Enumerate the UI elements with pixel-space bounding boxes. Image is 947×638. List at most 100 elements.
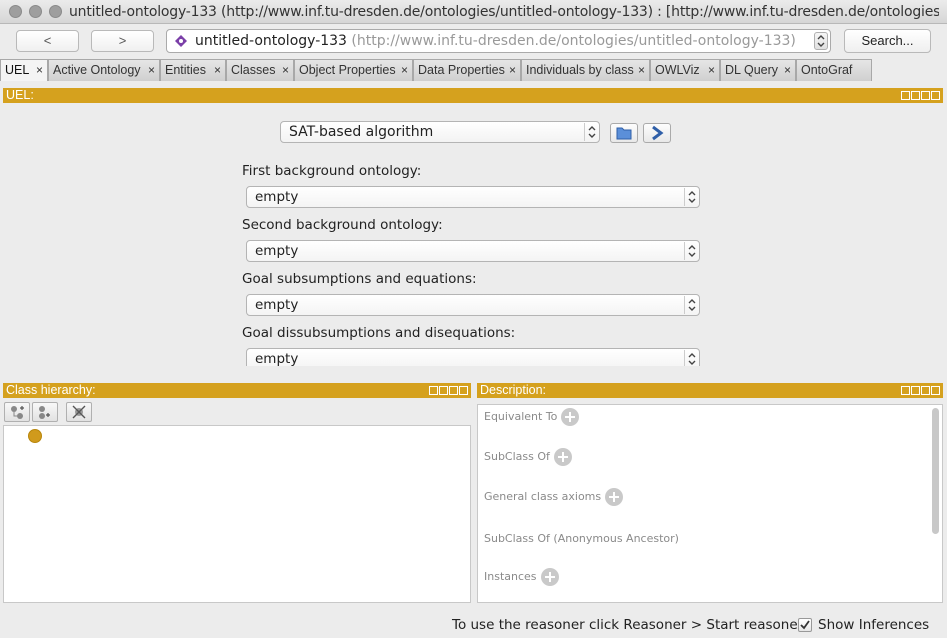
ontology-icon xyxy=(175,35,187,47)
close-tab-icon[interactable]: × xyxy=(509,60,516,80)
add-subclass-button[interactable] xyxy=(4,402,30,422)
select-value: empty xyxy=(255,243,299,259)
view-close-icon[interactable] xyxy=(459,386,468,395)
tab-object-properties[interactable]: Object Properties × xyxy=(294,59,413,81)
tab-label: OWLViz xyxy=(655,63,700,77)
ontology-iri: (http://www.inf.tu-dresden.de/ontologies… xyxy=(351,33,796,49)
first-background-ontology-select[interactable]: empty xyxy=(246,186,700,208)
add-superclass-icon[interactable] xyxy=(553,448,572,466)
general-class-axioms-section: General class axioms xyxy=(484,488,624,506)
tab-dl-query[interactable]: DL Query × xyxy=(720,59,796,81)
view-float-icon[interactable] xyxy=(901,386,910,395)
goal-subsumptions-select[interactable]: empty xyxy=(246,294,700,316)
second-background-ontology-select[interactable]: empty xyxy=(246,240,700,262)
forward-button[interactable]: > xyxy=(91,30,154,52)
close-tab-icon[interactable]: × xyxy=(214,60,221,80)
subclass-of-section: SubClass Of xyxy=(484,448,572,466)
instances-section: Instances xyxy=(484,568,559,586)
tab-owlviz[interactable]: OWLViz × xyxy=(650,59,720,81)
reasoner-hint: To use the reasoner click Reasoner > Sta… xyxy=(452,617,804,633)
uel-view-header: UEL: xyxy=(3,88,943,103)
view-float-icon[interactable] xyxy=(901,91,910,100)
uel-view-title: UEL: xyxy=(6,88,34,102)
tab-active-ontology[interactable]: Active Ontology × xyxy=(48,59,160,81)
chevron-updown-icon xyxy=(684,350,698,366)
tab-data-properties[interactable]: Data Properties × xyxy=(413,59,521,81)
section-label: Equivalent To xyxy=(484,410,558,423)
open-folder-button[interactable] xyxy=(610,123,638,143)
view-maximize-icon[interactable] xyxy=(449,386,458,395)
view-controls xyxy=(901,91,940,100)
view-minimize-icon[interactable] xyxy=(439,386,448,395)
section-label: Instances xyxy=(484,570,537,583)
close-tab-icon[interactable]: × xyxy=(708,60,715,80)
back-button[interactable]: < xyxy=(16,30,79,52)
window-title: untitled-ontology-133 (http://www.inf.tu… xyxy=(69,4,939,20)
chevron-updown-icon[interactable] xyxy=(814,32,828,50)
tab-individuals-by-class[interactable]: Individuals by class × xyxy=(521,59,650,81)
algorithm-select[interactable]: SAT-based algorithm xyxy=(280,121,600,143)
close-tab-icon[interactable]: × xyxy=(282,60,289,80)
add-sibling-icon xyxy=(39,406,50,419)
equivalent-to-section: Equivalent To xyxy=(484,408,580,426)
folder-icon xyxy=(616,127,632,140)
close-window-button[interactable] xyxy=(9,5,22,18)
add-axiom-icon[interactable] xyxy=(605,488,624,506)
chevron-updown-icon xyxy=(684,296,698,314)
view-maximize-icon[interactable] xyxy=(921,91,930,100)
goal-dissubsumptions-select[interactable]: empty xyxy=(246,348,700,366)
class-hierarchy-tree[interactable] xyxy=(3,425,471,603)
show-inferences-checkbox[interactable] xyxy=(798,618,812,632)
add-equivalent-icon[interactable] xyxy=(561,408,580,426)
description-header: Description: xyxy=(477,383,943,398)
view-float-icon[interactable] xyxy=(429,386,438,395)
algorithm-value: SAT-based algorithm xyxy=(289,124,434,140)
zoom-window-button[interactable] xyxy=(49,5,62,18)
section-label: General class axioms xyxy=(484,490,602,503)
search-button[interactable]: Search... xyxy=(844,29,931,53)
tab-label: DL Query xyxy=(725,63,779,77)
view-close-icon[interactable] xyxy=(931,91,940,100)
ontology-name: untitled-ontology-133 xyxy=(195,33,347,49)
close-tab-icon[interactable]: × xyxy=(36,60,43,80)
tab-classes[interactable]: Classes × xyxy=(226,59,294,81)
chevron-updown-icon xyxy=(684,242,698,260)
tab-ontograf[interactable]: OntoGraf xyxy=(796,59,872,81)
view-maximize-icon[interactable] xyxy=(921,386,930,395)
description-scrollbar[interactable] xyxy=(932,408,939,534)
chevron-updown-icon xyxy=(584,123,598,141)
goal-dissubsumptions-label: Goal dissubsumptions and disequations: xyxy=(242,325,516,341)
section-label: SubClass Of (Anonymous Ancestor) xyxy=(484,532,679,545)
navigation-toolbar: < > untitled-ontology-133 (http://www.in… xyxy=(0,24,947,58)
tab-entities[interactable]: Entities × xyxy=(160,59,226,81)
chevron-updown-icon xyxy=(684,188,698,206)
ontology-selector[interactable]: untitled-ontology-133 (http://www.inf.tu… xyxy=(166,29,831,53)
delete-class-icon xyxy=(72,405,86,419)
delete-class-button[interactable] xyxy=(66,402,92,422)
chevron-right-icon xyxy=(652,125,664,141)
close-tab-icon[interactable]: × xyxy=(638,60,645,80)
next-button[interactable] xyxy=(643,123,671,143)
view-close-icon[interactable] xyxy=(931,386,940,395)
anonymous-ancestor-section: SubClass Of (Anonymous Ancestor) xyxy=(484,532,679,545)
tab-uel[interactable]: UEL × xyxy=(0,59,48,81)
close-tab-icon[interactable]: × xyxy=(784,60,791,80)
owl-thing-class-icon[interactable] xyxy=(28,429,42,443)
show-inferences-label: Show Inferences xyxy=(818,617,930,633)
add-instance-icon[interactable] xyxy=(540,568,559,586)
second-background-ontology-label: Second background ontology: xyxy=(242,217,443,233)
close-tab-icon[interactable]: × xyxy=(401,60,408,80)
select-value: empty xyxy=(255,297,299,313)
description-panel: Equivalent To SubClass Of General class … xyxy=(477,404,943,603)
add-sibling-button[interactable] xyxy=(32,402,58,422)
window-titlebar: untitled-ontology-133 (http://www.inf.tu… xyxy=(0,0,947,24)
add-subclass-icon xyxy=(11,406,24,419)
tab-label: Individuals by class xyxy=(526,63,634,77)
goal-dissubsumptions-clip: empty xyxy=(246,348,700,366)
minimize-window-button[interactable] xyxy=(29,5,42,18)
view-minimize-icon[interactable] xyxy=(911,386,920,395)
view-minimize-icon[interactable] xyxy=(911,91,920,100)
tab-label: OntoGraf xyxy=(801,63,853,77)
close-tab-icon[interactable]: × xyxy=(148,60,155,80)
tab-label: Classes xyxy=(231,63,276,77)
